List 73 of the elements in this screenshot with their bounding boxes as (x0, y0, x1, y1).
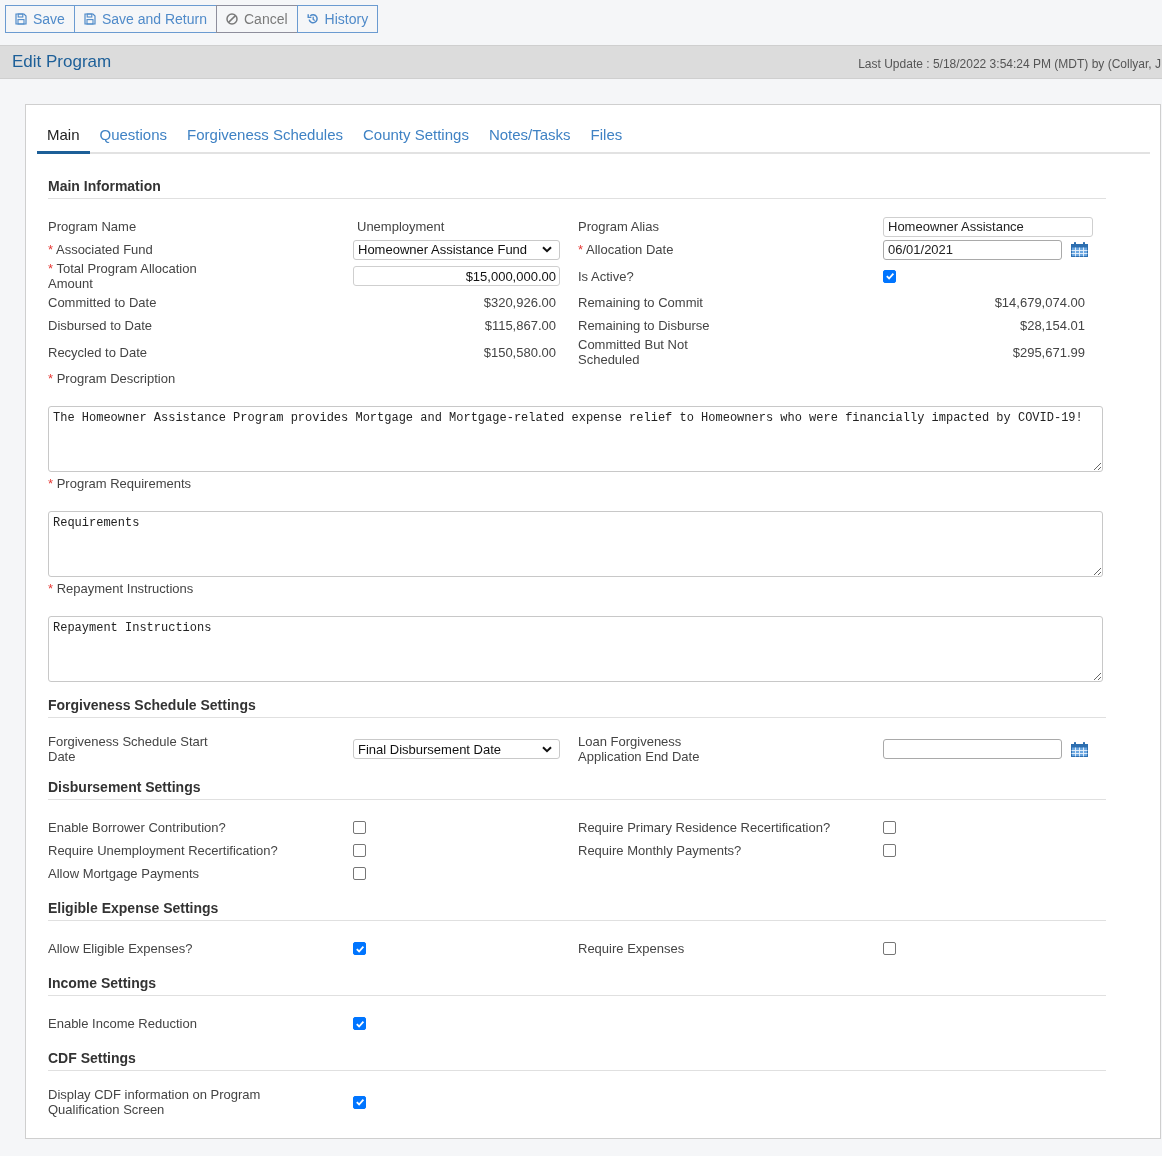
checkbox[interactable] (353, 867, 366, 880)
field-label: * Repayment Instructions (48, 581, 194, 596)
checkbox[interactable] (883, 942, 896, 955)
date-field[interactable]: 06/01/2021 (883, 239, 1062, 260)
section-title: CDF Settings (48, 1049, 136, 1068)
field-label: Allow Eligible Expenses? (48, 941, 193, 956)
checkbox[interactable] (353, 942, 366, 955)
field-label: * Associated Fund (48, 242, 153, 257)
section-title: Forgiveness Schedule Settings (48, 696, 256, 715)
section-title: Eligible Expense Settings (48, 899, 219, 918)
field-label: Require Unemployment Recertification? (48, 843, 278, 858)
dropdown[interactable]: Final Disbursement Date (353, 739, 560, 759)
date-field[interactable] (883, 739, 1062, 759)
dropdown[interactable]: Homeowner Assistance Fund (353, 239, 560, 260)
field-label: Enable Income Reduction (48, 1016, 197, 1031)
checkbox[interactable] (353, 1095, 366, 1109)
field-label: Committed to Date (48, 295, 157, 310)
field-label: * Total Program Allocation Amount (48, 261, 198, 291)
tab[interactable]: Notes/Tasks (478, 117, 581, 154)
checkbox[interactable] (353, 1017, 366, 1030)
amount-field[interactable]: $15,000,000.00 (353, 266, 560, 286)
chevron-down-icon (542, 745, 552, 753)
amount-value: $150,580.00 (483, 344, 556, 360)
tab[interactable]: County Settings (353, 117, 479, 154)
field-label: Program Alias (578, 219, 659, 234)
tab[interactable]: Questions (89, 117, 178, 154)
checkbox[interactable] (353, 821, 366, 834)
tab[interactable]: Files (580, 117, 633, 154)
field-label: Display CDF information on Program Qualification Screen (48, 1087, 262, 1117)
section-title: Main Information (48, 177, 161, 196)
field-label: Loan Forgiveness Application End Date (578, 734, 701, 764)
tab[interactable]: Main (37, 117, 90, 154)
amount-value: $28,154.01 (1019, 318, 1085, 333)
text-field[interactable]: Homeowner Assistance (883, 216, 1093, 237)
field-label: Enable Borrower Contribution? (48, 820, 226, 835)
amount-value: $14,679,074.00 (994, 295, 1085, 310)
amount-value: $295,671.99 (1012, 344, 1085, 360)
amount-value: $115,867.00 (484, 318, 556, 333)
field-label: Disbursed to Date (48, 318, 153, 333)
field-label: Remaining to Commit (578, 295, 703, 310)
cancel-button[interactable]: Cancel (216, 5, 298, 33)
calendar-icon[interactable] (1071, 242, 1088, 257)
text-area[interactable]: Requirements (48, 511, 1103, 577)
field-label: * Program Requirements (48, 476, 192, 491)
field-label: Committed But Not Scheduled (578, 337, 689, 367)
circle-slash-icon (226, 13, 238, 25)
page-title: Edit Program (12, 52, 112, 72)
field-value: Unemployment (356, 219, 445, 234)
history-icon (306, 13, 319, 25)
checkbox[interactable] (883, 844, 896, 857)
calendar-icon[interactable] (1071, 741, 1088, 757)
text-area[interactable]: Repayment Instructions (48, 616, 1103, 682)
field-label: Is Active? (578, 268, 634, 284)
checkbox[interactable] (883, 269, 896, 283)
field-label: Require Primary Residence Recertification? (578, 820, 831, 835)
field-label: Require Monthly Payments? (578, 843, 742, 858)
field-label: Program Name (48, 219, 137, 234)
field-label: Forgiveness Schedule Start Date (48, 734, 209, 764)
field-label: Remaining to Disburse (578, 318, 710, 333)
field-label: * Allocation Date (578, 242, 674, 257)
tab[interactable]: Forgiveness Schedules (177, 117, 353, 154)
chevron-down-icon (542, 246, 552, 253)
field-label: Recycled to Date (48, 344, 147, 360)
section-title: Disbursement Settings (48, 778, 201, 797)
field-label: Allow Mortgage Payments (48, 866, 199, 881)
field-label: * Program Description (48, 371, 176, 386)
text-area[interactable]: The Homeowner Assistance Program provides Mortgage and Mortgage-related expense relief to Homeowners who were financially impacted by COVID-19! (48, 406, 1103, 472)
checkbox[interactable] (883, 821, 896, 834)
section-title: Income Settings (48, 974, 157, 993)
checkbox[interactable] (353, 844, 366, 857)
field-label: Require Expenses (578, 941, 685, 956)
amount-value: $320,926.00 (483, 295, 556, 310)
last-update-text: Last Update : 5/18/2022 3:54:24 PM (MDT) by (Collyar, J (858, 56, 1162, 71)
